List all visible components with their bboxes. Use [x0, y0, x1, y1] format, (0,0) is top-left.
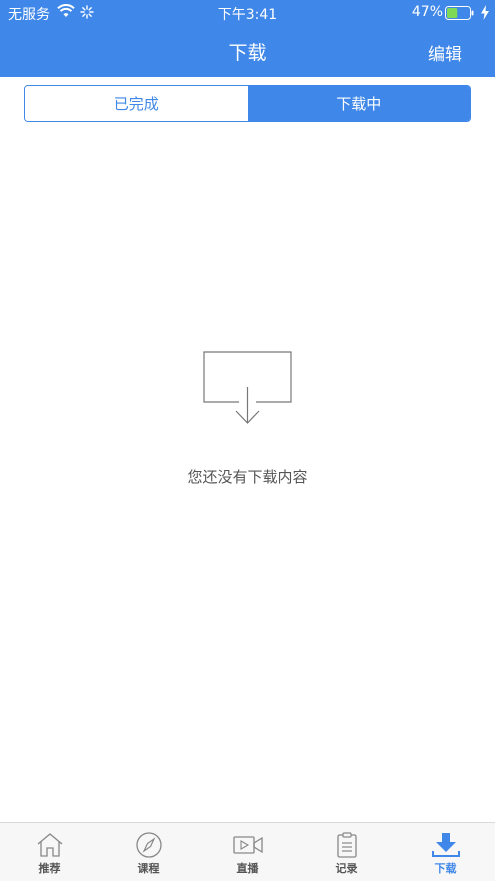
- tab-recommend[interactable]: 推荐: [0, 823, 99, 881]
- tab-label: 记录: [335, 862, 358, 875]
- header: 无服务 下午3:41 47% 下载 编辑: [0, 0, 495, 77]
- home-icon: [35, 832, 65, 858]
- segment-downloading[interactable]: 下载中: [247, 86, 470, 121]
- video-camera-icon: [232, 832, 263, 858]
- segment-completed[interactable]: 已完成: [25, 86, 248, 121]
- download-tray-icon: [203, 351, 293, 431]
- battery-icon: [445, 6, 475, 24]
- status-bar: 无服务 下午3:41 47%: [0, 0, 495, 26]
- page-title: 下载: [228, 42, 267, 64]
- tab-download[interactable]: 下载: [396, 823, 495, 881]
- compass-icon: [134, 832, 164, 858]
- download-icon: [431, 832, 461, 858]
- tab-label: 直播: [236, 862, 259, 875]
- edit-button[interactable]: 编辑: [428, 40, 462, 65]
- download-segmented-control: 已完成 下载中: [24, 85, 471, 122]
- tab-live[interactable]: 直播: [198, 823, 297, 881]
- battery-percent: 47%: [411, 4, 443, 20]
- empty-state-text: 您还没有下载内容: [187, 468, 308, 486]
- tab-label: 推荐: [38, 862, 61, 875]
- charging-bolt-icon: [480, 5, 490, 24]
- tab-bar: 推荐 课程 直播 记录 下载: [0, 822, 495, 881]
- clipboard-icon: [332, 832, 362, 858]
- tab-records[interactable]: 记录: [297, 823, 396, 881]
- tab-label: 下载: [434, 862, 457, 875]
- tab-label: 课程: [137, 862, 160, 875]
- tab-courses[interactable]: 课程: [99, 823, 198, 881]
